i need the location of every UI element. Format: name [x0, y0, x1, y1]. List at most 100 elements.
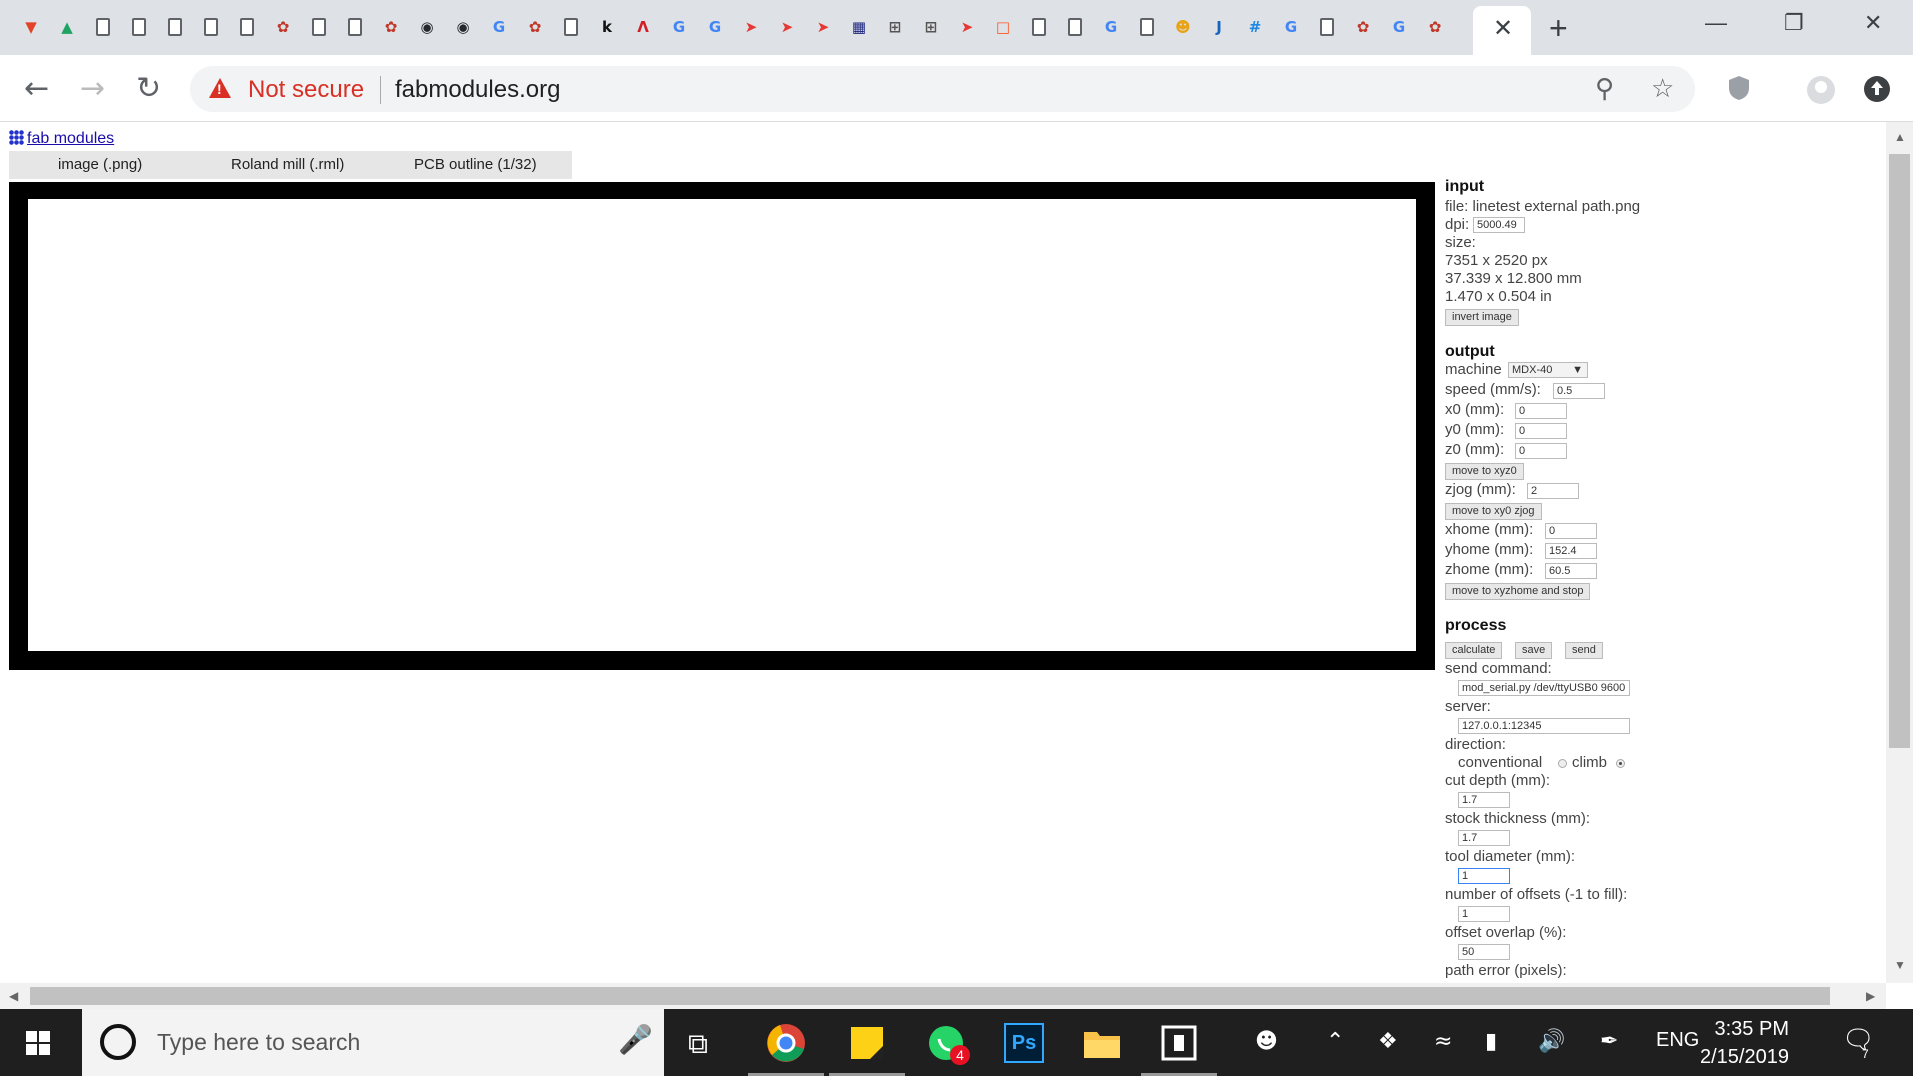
doc-icon[interactable] [1062, 14, 1088, 40]
bookmark-red-icon[interactable]: ➤ [810, 14, 836, 40]
machine-select[interactable]: MDX-40 ▼ [1508, 362, 1588, 378]
yhome-input[interactable]: 152.4 [1545, 543, 1597, 559]
close-window-icon[interactable]: ✕ [1864, 10, 1882, 36]
forward-icon[interactable]: → [80, 71, 105, 106]
zhome-input[interactable]: 60.5 [1545, 563, 1597, 579]
google-icon[interactable]: G [666, 14, 692, 40]
k-icon[interactable]: k [594, 14, 620, 40]
notification-center-icon[interactable]: 🗨 [1842, 1025, 1875, 1055]
overlap-input[interactable]: 50 [1458, 944, 1510, 960]
save-button[interactable]: save [1515, 642, 1553, 659]
invert-image-button[interactable]: invert image [1445, 309, 1519, 326]
language-indicator[interactable]: ENG [1656, 1029, 1699, 1052]
brand-text[interactable]: fab modules [27, 130, 114, 147]
send-button[interactable]: send [1565, 642, 1603, 659]
conventional-radio[interactable] [1558, 759, 1567, 768]
dropbox-icon[interactable]: ❖ [1378, 1029, 1398, 1054]
active-tab[interactable]: ✕ [1473, 6, 1531, 55]
doc-icon[interactable] [306, 14, 332, 40]
wifi-icon[interactable]: ≈ [1434, 1029, 1452, 1054]
whatsapp-icon[interactable]: 4 [922, 1019, 970, 1067]
google-icon[interactable]: G [1278, 14, 1304, 40]
horizontal-scrollbar[interactable]: ◀ ▶ [0, 983, 1886, 1009]
menu-image-png[interactable]: image (.png) [58, 156, 142, 173]
bookmark-red-icon[interactable]: ➤ [738, 14, 764, 40]
z0-input[interactable]: 0 [1515, 443, 1567, 459]
move-to-xy0-zjog-button[interactable]: move to xy0 zjog [1445, 503, 1542, 520]
reload-icon[interactable]: ↻ [136, 71, 161, 106]
security-label[interactable]: Not secure [248, 76, 364, 104]
back-icon[interactable]: ← [24, 71, 49, 106]
doc-icon[interactable] [90, 14, 116, 40]
bookmark-red-icon[interactable]: ➤ [774, 14, 800, 40]
doc-icon[interactable] [234, 14, 260, 40]
scroll-left-icon[interactable]: ◀ [9, 989, 18, 1003]
toolpath-canvas[interactable] [9, 182, 1435, 670]
brand-link[interactable]: fab modules [9, 130, 114, 148]
fab-icon[interactable]: ✿ [1350, 14, 1376, 40]
taskbar-search-box[interactable]: Type here to search 🎤 [82, 1009, 664, 1076]
google-drive-icon[interactable]: ▲ [54, 14, 80, 40]
fab-icon[interactable]: ✿ [522, 14, 548, 40]
menu-pcb-outline[interactable]: PCB outline (1/32) [414, 156, 537, 173]
stock-thickness-input[interactable]: 1.7 [1458, 830, 1510, 846]
octoprint-icon[interactable]: ☻ [1170, 14, 1196, 40]
app-window-icon[interactable] [1155, 1019, 1203, 1067]
speed-input[interactable]: 0.5 [1553, 383, 1605, 399]
google-icon[interactable]: G [486, 14, 512, 40]
tool-diameter-input[interactable]: 1 [1458, 868, 1510, 884]
chrome-taskbar-icon[interactable] [762, 1019, 810, 1067]
windows-start-icon[interactable] [26, 1031, 50, 1055]
google-icon[interactable]: G [1098, 14, 1124, 40]
update-icon[interactable] [1863, 75, 1891, 103]
google-icon[interactable]: G [702, 14, 728, 40]
j-icon[interactable]: J [1206, 14, 1232, 40]
scroll-up-icon[interactable]: ▲ [1894, 130, 1906, 144]
doc-icon[interactable] [126, 14, 152, 40]
fab-icon[interactable]: ✿ [378, 14, 404, 40]
restore-icon[interactable]: ❐ [1784, 10, 1804, 36]
move-to-xyz0-button[interactable]: move to xyz0 [1445, 463, 1524, 480]
autodesk-icon[interactable]: Λ [630, 14, 656, 40]
sticky-notes-icon[interactable] [843, 1019, 891, 1067]
doc-icon[interactable] [558, 14, 584, 40]
server-input[interactable]: 127.0.0.1:12345 [1458, 718, 1630, 734]
shield-extension-icon[interactable] [1728, 75, 1750, 101]
offsets-input[interactable]: 1 [1458, 906, 1510, 922]
minimize-icon[interactable]: — [1705, 10, 1727, 36]
scroll-right-icon[interactable]: ▶ [1866, 989, 1875, 1003]
move-to-xyzhome-button[interactable]: move to xyzhome and stop [1445, 583, 1591, 600]
pen-icon[interactable]: ✒ [1600, 1029, 1618, 1054]
doc-icon[interactable] [1026, 14, 1052, 40]
doc-icon[interactable] [1314, 14, 1340, 40]
doc-icon[interactable] [162, 14, 188, 40]
vertical-scroll-thumb[interactable] [1889, 154, 1910, 748]
github-icon[interactable]: ◉ [450, 14, 476, 40]
search-placeholder[interactable]: Type here to search [157, 1029, 360, 1056]
github-icon[interactable]: ◉ [414, 14, 440, 40]
show-hidden-icons-chevron-icon[interactable]: ⌃ [1326, 1029, 1344, 1054]
square-orange-icon[interactable]: □ [990, 14, 1016, 40]
volume-icon[interactable]: 🔊 [1538, 1029, 1565, 1054]
people-icon[interactable]: ☻ [1255, 1029, 1278, 1054]
bookmark-star-icon[interactable]: ☆ [1651, 74, 1674, 104]
xhome-input[interactable]: 0 [1545, 523, 1597, 539]
climb-radio[interactable] [1616, 759, 1625, 768]
fab-icon[interactable]: ✿ [270, 14, 296, 40]
file-explorer-icon[interactable] [1078, 1019, 1126, 1067]
photoshop-icon[interactable]: Ps [1000, 1019, 1048, 1067]
calculate-button[interactable]: calculate [1445, 642, 1503, 659]
doc-icon[interactable] [342, 14, 368, 40]
send-command-input[interactable]: mod_serial.py /dev/ttyUSB0 9600 [1458, 680, 1630, 696]
google-icon[interactable]: G [1386, 14, 1412, 40]
vertical-scrollbar[interactable]: ▲ ▼ [1886, 122, 1913, 983]
scroll-down-icon[interactable]: ▼ [1894, 958, 1906, 972]
gitlab-icon[interactable]: ▼ [18, 14, 44, 40]
microphone-icon[interactable]: 🎤 [618, 1023, 653, 1056]
profile-avatar-icon[interactable] [1804, 75, 1838, 109]
grid-icon[interactable]: ▦ [846, 14, 872, 40]
book-icon[interactable]: ⊞ [882, 14, 908, 40]
doc-icon[interactable] [1134, 14, 1160, 40]
battery-icon[interactable]: ▮ [1485, 1029, 1497, 1054]
cut-depth-input[interactable]: 1.7 [1458, 792, 1510, 808]
